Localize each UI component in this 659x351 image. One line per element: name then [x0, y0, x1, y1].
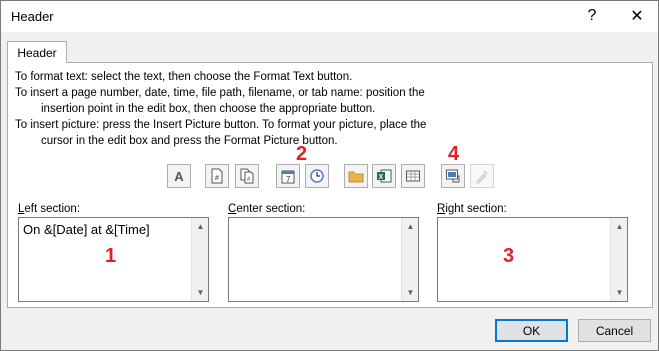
folder-icon	[348, 171, 364, 183]
annotation-badge-3: 3	[503, 245, 515, 267]
scroll-up-icon[interactable]: ▲	[611, 218, 628, 235]
insert-picture-button[interactable]	[441, 164, 465, 188]
annotation-badge-1: 1	[105, 245, 117, 267]
format-picture-button[interactable]	[470, 164, 494, 188]
center-section-label: Center section:	[228, 203, 306, 215]
insert-file-name-button[interactable]: X	[372, 164, 396, 188]
help-button[interactable]: ?	[580, 5, 604, 27]
title-bar: Header ? ✕	[1, 1, 658, 32]
center-section-scrollbar[interactable]: ▲ ▼	[401, 218, 418, 301]
format-text-button[interactable]: A	[167, 164, 191, 188]
number-of-pages-icon: #	[240, 168, 254, 184]
insert-sheet-name-button[interactable]	[401, 164, 425, 188]
scroll-down-icon[interactable]: ▼	[611, 284, 628, 301]
scroll-up-icon[interactable]: ▲	[402, 218, 419, 235]
instruction-line: To insert a page number, date, time, fil…	[15, 87, 425, 99]
calendar-icon: 7	[281, 170, 295, 184]
page-number-icon: #	[211, 168, 223, 184]
left-section-text: On &[Date] at &[Time]	[23, 222, 150, 237]
insert-page-number-button[interactable]: #	[205, 164, 229, 188]
svg-text:7: 7	[286, 175, 291, 184]
right-section-editbox[interactable]: ▲ ▼	[437, 217, 628, 302]
insert-number-of-pages-button[interactable]: #	[235, 164, 259, 188]
scroll-down-icon[interactable]: ▼	[402, 284, 419, 301]
window-title: Header	[11, 9, 54, 24]
instruction-line: cursor in the edit box and press the For…	[41, 135, 338, 147]
format-text-icon: A	[174, 168, 184, 184]
left-section-label: Left section:	[18, 203, 81, 215]
annotation-badge-4: 4	[448, 143, 460, 165]
ok-button[interactable]: OK	[495, 319, 568, 342]
excel-icon: X	[377, 169, 392, 183]
left-section-scrollbar[interactable]: ▲ ▼	[191, 218, 208, 301]
insert-time-button[interactable]	[305, 164, 329, 188]
annotation-badge-2: 2	[296, 143, 308, 165]
format-picture-icon	[476, 170, 488, 184]
instruction-line: To format text: select the text, then ch…	[15, 71, 353, 83]
header-dialog: Header ? ✕ Header To format text: select…	[0, 0, 659, 351]
close-button[interactable]: ✕	[625, 5, 649, 27]
instruction-line: insertion point in the edit box, then ch…	[41, 103, 376, 115]
insert-date-button[interactable]: 7	[276, 164, 300, 188]
sheet-icon	[406, 170, 420, 182]
right-section-label: Right section:	[437, 203, 507, 215]
scroll-up-icon[interactable]: ▲	[192, 218, 209, 235]
clock-icon	[310, 169, 324, 183]
svg-text:#: #	[215, 175, 219, 182]
tab-header[interactable]: Header	[7, 41, 67, 63]
svg-text:X: X	[379, 174, 384, 181]
cancel-button[interactable]: Cancel	[578, 319, 651, 342]
instruction-line: To insert picture: press the Insert Pict…	[15, 119, 427, 131]
picture-icon	[446, 169, 460, 183]
center-section-editbox[interactable]: ▲ ▼	[228, 217, 419, 302]
scroll-down-icon[interactable]: ▼	[192, 284, 209, 301]
insert-file-path-button[interactable]	[344, 164, 368, 188]
right-section-scrollbar[interactable]: ▲ ▼	[610, 218, 627, 301]
